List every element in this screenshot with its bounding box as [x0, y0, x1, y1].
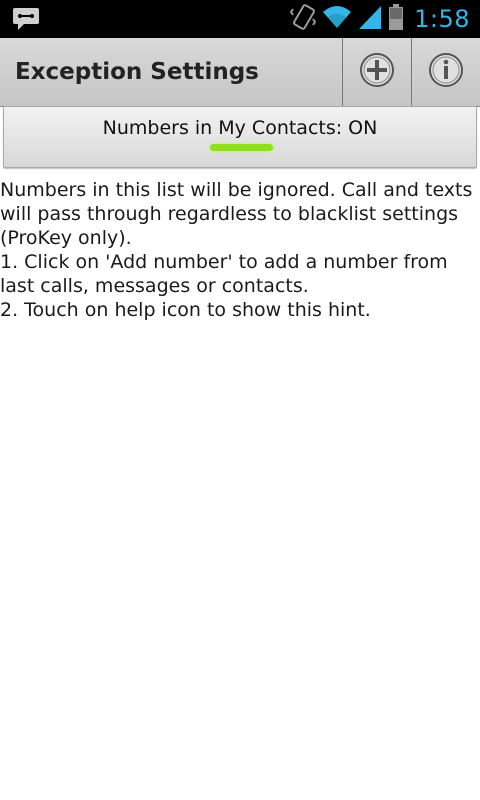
page-title: Exception Settings — [15, 59, 259, 85]
hint-line: 2. Touch on help icon to show this hint. — [0, 299, 371, 321]
signal-icon — [358, 4, 382, 34]
hint-line: Numbers in this list will be ignored. Ca… — [0, 179, 473, 249]
vibrate-icon — [289, 3, 317, 35]
plus-circle-icon — [359, 52, 395, 92]
clock: 1:58 — [414, 5, 470, 33]
info-circle-icon — [428, 52, 464, 92]
add-number-button[interactable] — [342, 38, 410, 106]
help-button[interactable] — [411, 38, 479, 106]
hint-text: Numbers in this list will be ignored. Ca… — [0, 178, 478, 322]
hint-line: 1. Click on 'Add number' to add a number… — [0, 251, 448, 297]
action-bar: Exception Settings — [0, 38, 480, 107]
status-bar: 1:58 — [0, 0, 480, 38]
battery-icon — [388, 3, 404, 35]
toggle-label: Numbers in My Contacts: ON — [102, 117, 378, 139]
toggle-on-indicator — [210, 144, 273, 151]
contacts-toggle-button[interactable]: Numbers in My Contacts: ON — [3, 106, 477, 168]
wifi-icon — [322, 4, 352, 34]
status-icons: 1:58 — [289, 0, 480, 38]
message-notification-icon — [12, 6, 40, 32]
contacts-toggle-container: Numbers in My Contacts: ON — [3, 106, 477, 168]
